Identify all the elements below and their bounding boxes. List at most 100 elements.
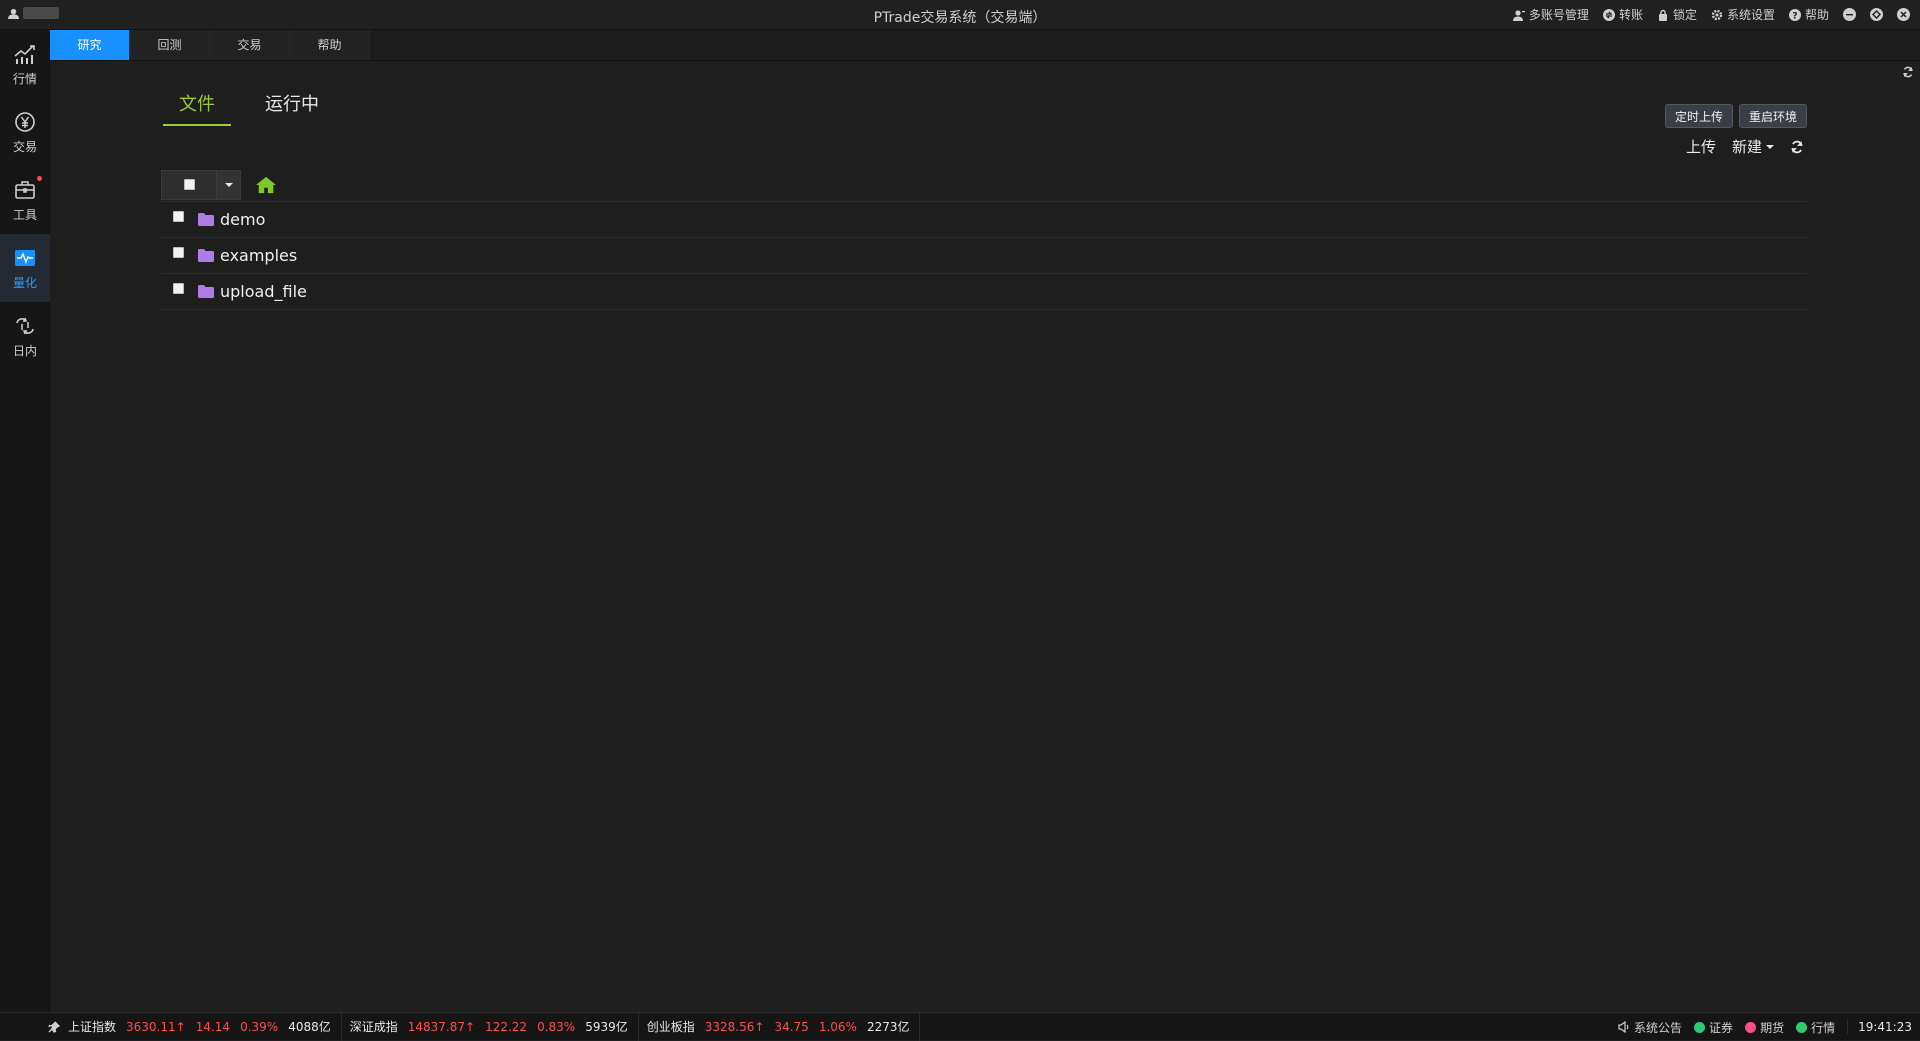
tab-trade[interactable]: 交易	[210, 30, 290, 60]
index-price-value: 3328.56	[704, 1019, 755, 1034]
multi-account-button[interactable]: 多账号管理	[1512, 6, 1589, 23]
index-name: 深证成指	[349, 1020, 398, 1034]
select-all-group	[161, 169, 241, 200]
home-icon[interactable]	[255, 175, 277, 195]
index-chinext[interactable]: 创业板指 3328.56↑ 34.75 1.06% 2273亿	[639, 1012, 921, 1041]
help-menu-button[interactable]: ? 帮助	[1788, 6, 1829, 23]
status-quotes[interactable]: 行情	[1796, 1019, 1835, 1036]
folder-icon	[198, 249, 214, 262]
refresh-list-icon[interactable]	[1790, 140, 1804, 154]
status-dot	[1694, 1021, 1706, 1033]
settings-label: 系统设置	[1726, 8, 1775, 22]
sidebar-item-label: 工具	[12, 207, 37, 222]
select-all-checkbox[interactable]	[183, 179, 195, 190]
subtab-running[interactable]: 运行中	[249, 86, 335, 126]
sidebar-item-label: 行情	[12, 71, 37, 86]
scheduled-upload-button[interactable]: 定时上传	[1665, 104, 1734, 128]
refresh-page-icon[interactable]	[1902, 66, 1914, 78]
new-label: 新建	[1731, 138, 1762, 156]
intraday-icon	[16, 317, 34, 334]
user-manage-icon	[1512, 9, 1525, 21]
select-dropdown-button[interactable]	[216, 170, 240, 199]
maximize-button[interactable]	[1870, 8, 1883, 21]
sidebar-item-quant[interactable]: 量化	[0, 234, 50, 302]
minimize-button[interactable]	[1843, 8, 1856, 21]
row-checkbox[interactable]	[173, 283, 184, 294]
file-name[interactable]: demo	[220, 210, 265, 229]
sidebar-item-intraday[interactable]: 日内	[0, 302, 50, 370]
transfer-label: 转账	[1618, 8, 1643, 22]
index-pct: 0.83%	[537, 1019, 576, 1034]
index-shanghai[interactable]: 上证指数 3630.11↑ 14.14 0.39% 4088亿	[60, 1012, 342, 1041]
list-item[interactable]: upload_file	[161, 274, 1807, 310]
status-futures[interactable]: 期货	[1745, 1019, 1784, 1036]
list-item[interactable]: examples	[161, 238, 1807, 274]
file-list-header	[161, 168, 1807, 202]
index-price: 3630.11↑	[126, 1020, 186, 1034]
close-icon	[1900, 11, 1907, 18]
market-chart-icon	[14, 44, 35, 64]
tab-backtest[interactable]: 回测	[130, 30, 210, 60]
index-volume: 4088亿	[288, 1020, 331, 1034]
sidebar-item-label: 日内	[12, 343, 37, 358]
svg-text:?: ?	[1792, 11, 1797, 21]
left-sidebar: 行情 交易 工具 量化 日内	[0, 30, 50, 1012]
status-dot	[1745, 1021, 1757, 1033]
status-bar: 上证指数 3630.11↑ 14.14 0.39% 4088亿 深证成指 148…	[0, 1012, 1920, 1041]
list-item[interactable]: demo	[161, 202, 1807, 238]
caret-down-icon	[1766, 144, 1774, 149]
top-tab-bar: 研究 回测 交易 帮助	[50, 30, 1920, 61]
notification-dot	[37, 176, 42, 181]
row-checkbox[interactable]	[173, 211, 184, 222]
quant-icon	[15, 249, 35, 266]
index-price-value: 3630.11	[126, 1019, 176, 1034]
index-price: 3328.56↑	[705, 1020, 765, 1034]
index-change: 34.75	[774, 1019, 809, 1034]
upload-button[interactable]: 上传	[1686, 136, 1716, 157]
folder-icon	[198, 285, 214, 298]
new-dropdown-button[interactable]: 新建	[1732, 136, 1774, 157]
index-volume: 5939亿	[585, 1020, 628, 1034]
sidebar-item-label: 交易	[12, 139, 37, 154]
tab-research[interactable]: 研究	[50, 30, 130, 60]
row-checkbox[interactable]	[173, 247, 184, 258]
status-securities[interactable]: 证券	[1694, 1019, 1733, 1036]
sidebar-item-tools[interactable]: 工具	[0, 166, 50, 234]
help-icon: ?	[1788, 8, 1801, 21]
yen-trade-icon	[15, 111, 35, 132]
upload-label: 上传	[1685, 138, 1716, 156]
subtab-files[interactable]: 文件	[163, 86, 231, 126]
sidebar-item-market[interactable]: 行情	[0, 30, 50, 98]
close-button[interactable]	[1897, 8, 1910, 21]
index-change: 14.14	[195, 1019, 231, 1034]
settings-button[interactable]: 系统设置	[1711, 6, 1775, 23]
transfer-icon	[1602, 8, 1615, 21]
restart-env-button[interactable]: 重启环境	[1739, 104, 1808, 128]
lock-icon	[1658, 9, 1667, 21]
file-name[interactable]: upload_file	[220, 282, 307, 301]
minimize-icon	[1846, 14, 1853, 16]
toolbox-icon	[15, 180, 35, 199]
title-bar: PTrade交易系统（交易端） 多账号管理 转账 锁定 系统设置 ? 帮助	[0, 0, 1920, 30]
folder-icon	[198, 213, 214, 226]
transfer-button[interactable]: 转账	[1602, 6, 1643, 23]
tab-help[interactable]: 帮助	[290, 30, 370, 60]
status-label: 证券	[1709, 1020, 1734, 1035]
gear-icon	[1711, 9, 1723, 20]
index-name: 创业板指	[646, 1020, 695, 1034]
index-price: 14837.87↑	[408, 1020, 475, 1034]
status-dot	[1796, 1021, 1808, 1033]
index-pct: 1.06%	[818, 1019, 857, 1034]
pin-icon[interactable]	[48, 1021, 60, 1033]
file-list: demo examples upload_file	[161, 168, 1807, 310]
clock: 19:41:23	[1847, 1020, 1912, 1034]
announcement-button[interactable]: 系统公告	[1618, 1019, 1682, 1036]
lock-button[interactable]: 锁定	[1657, 6, 1697, 23]
announcement-label: 系统公告	[1634, 1020, 1683, 1035]
help-menu-label: 帮助	[1804, 8, 1829, 22]
select-all-wrap	[162, 171, 216, 199]
index-price-value: 14837.87	[407, 1019, 466, 1034]
index-shenzhen[interactable]: 深证成指 14837.87↑ 122.22 0.83% 5939亿	[342, 1012, 639, 1041]
sidebar-item-trade[interactable]: 交易	[0, 98, 50, 166]
file-name[interactable]: examples	[220, 246, 297, 265]
